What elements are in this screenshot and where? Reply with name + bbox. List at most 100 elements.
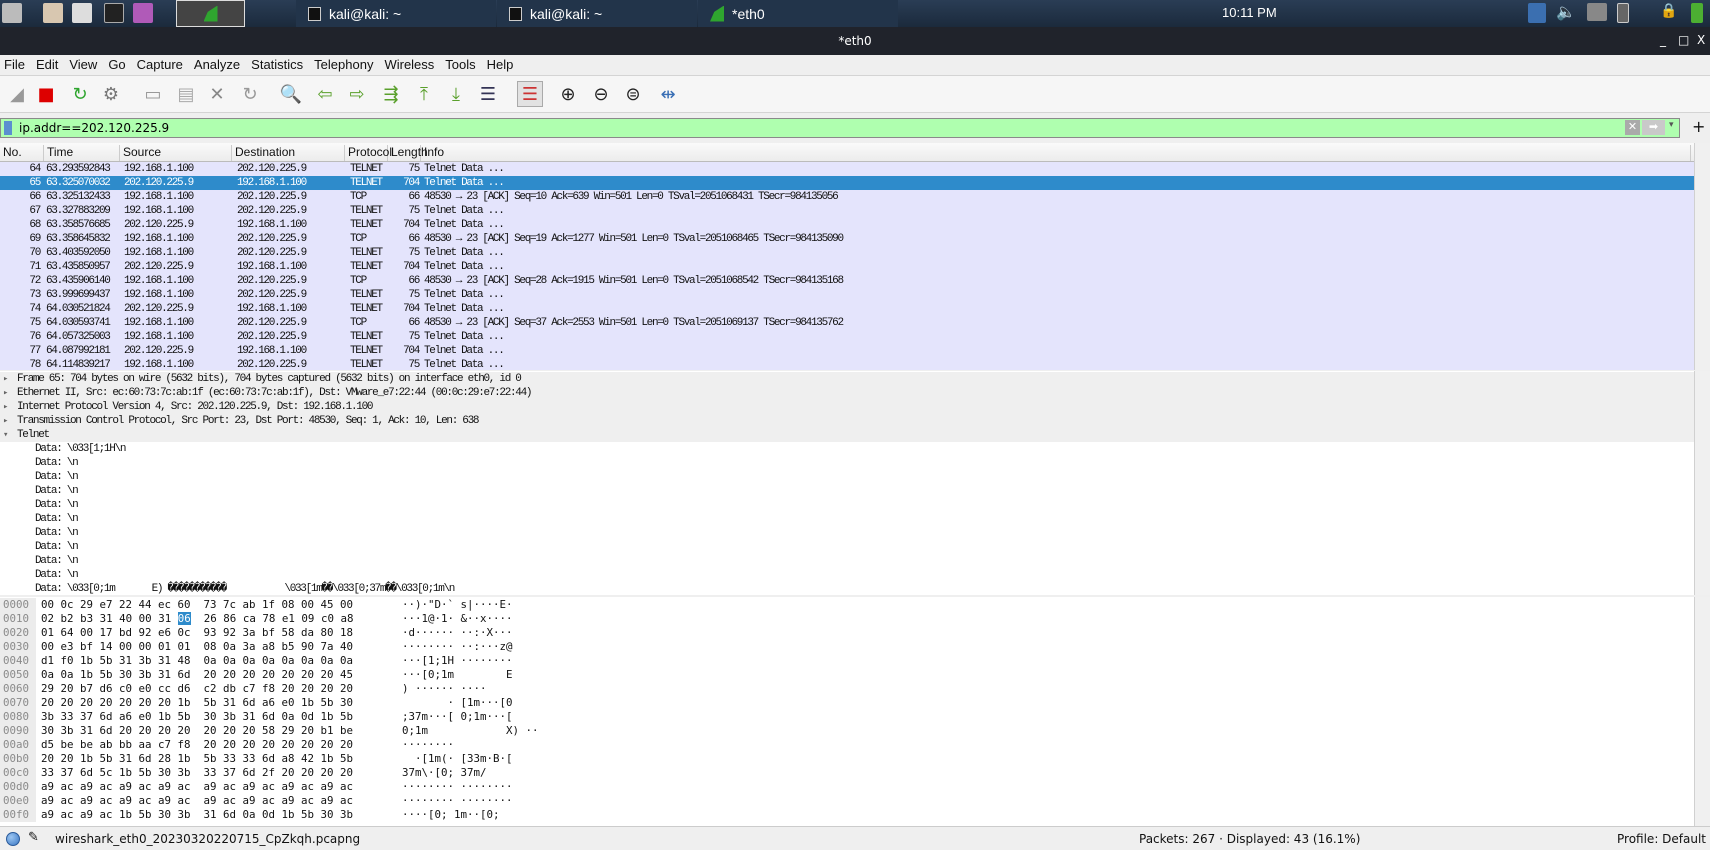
hex-row[interactable]: 00b0 20 20 1b 5b 31 6d 28 1b 5b 33 33 6d … bbox=[0, 752, 1694, 766]
go-back-icon[interactable]: ⇦ bbox=[312, 81, 338, 107]
detail-row[interactable]: ▸ Internet Protocol Version 4, Src: 202.1… bbox=[0, 400, 1694, 414]
media-app-icon[interactable] bbox=[133, 3, 153, 23]
network-icon[interactable] bbox=[1528, 3, 1546, 23]
hex-row[interactable]: 0090 30 3b 31 6d 20 20 20 20 20 20 20 58 … bbox=[0, 724, 1694, 738]
menu-help[interactable]: Help bbox=[483, 55, 518, 75]
hex-byte[interactable]: a8 bbox=[340, 612, 353, 625]
logout-icon[interactable] bbox=[1691, 3, 1703, 23]
hex-row[interactable]: 0060 29 20 b7 d6 c0 e0 cc d6 c2 db c7 f8 … bbox=[0, 682, 1694, 696]
column-header-source[interactable]: Source bbox=[120, 145, 232, 161]
hex-row[interactable]: 0030 00 e3 bf 14 00 00 01 01 08 0a 3a a8 … bbox=[0, 640, 1694, 654]
hex-byte[interactable]: 09 bbox=[301, 612, 314, 625]
expand-toggle-icon[interactable]: ▾ bbox=[3, 428, 8, 442]
save-file-icon[interactable]: ▤ bbox=[173, 81, 199, 107]
column-header-no[interactable]: No. bbox=[0, 145, 44, 161]
detail-row[interactable]: ▸ Transmission Control Protocol, Src Port… bbox=[0, 414, 1694, 428]
wireshark-launcher[interactable] bbox=[176, 0, 245, 27]
volume-muted-icon[interactable]: 🔈 bbox=[1556, 2, 1576, 21]
packet-row[interactable]: 73 63.999699437 192.168.1.100 202.120.225.9… bbox=[0, 288, 1694, 302]
hex-byte[interactable]: 40 bbox=[119, 612, 132, 625]
packet-row[interactable]: 71 63.435850957 202.120.225.9 192.168.1.100… bbox=[0, 260, 1694, 274]
bytes-scrollbar[interactable] bbox=[1694, 597, 1710, 826]
expert-info-icon[interactable] bbox=[6, 832, 20, 846]
start-capture-icon[interactable]: ◢ bbox=[4, 81, 30, 107]
detail-row[interactable]: Data: \n bbox=[0, 484, 1694, 498]
menu-edit[interactable]: Edit bbox=[32, 55, 62, 75]
hex-row[interactable]: 00e0 a9 ac a9 ac a9 ac a9 ac a9 ac a9 ac … bbox=[0, 794, 1694, 808]
close-file-icon[interactable]: ✕ bbox=[204, 81, 230, 107]
packet-row[interactable]: 65 63.325070032 202.120.225.9 192.168.1.100… bbox=[0, 176, 1694, 190]
menu-go[interactable]: Go bbox=[104, 55, 129, 75]
packet-row[interactable]: 64 63.293592843 192.168.1.100 202.120.225.9… bbox=[0, 162, 1694, 176]
filter-dropdown-icon[interactable]: ▾ bbox=[1669, 120, 1674, 130]
hex-row[interactable]: 0080 3b 33 37 6d a6 e0 1b 5b 30 3b 31 6d … bbox=[0, 710, 1694, 724]
packet-row[interactable]: 78 64.114839217 192.168.1.100 202.120.225.9… bbox=[0, 358, 1694, 370]
menu-wireless[interactable]: Wireless bbox=[380, 55, 438, 75]
close-button[interactable]: X bbox=[1697, 33, 1705, 47]
column-header-info[interactable]: Info bbox=[421, 145, 1691, 161]
expand-toggle-icon[interactable]: ▸ bbox=[3, 386, 8, 400]
hex-row[interactable]: 0020 01 64 00 17 bd 92 e6 0c 93 92 3a bf … bbox=[0, 626, 1694, 640]
hex-byte[interactable]: 26 bbox=[204, 612, 217, 625]
resize-columns-icon[interactable]: ⇹ bbox=[655, 81, 681, 107]
hex-row[interactable]: 00c0 33 37 6d 5c 1b 5b 30 3b 33 37 6d 2f … bbox=[0, 766, 1694, 780]
column-header-time[interactable]: Time bbox=[44, 145, 120, 161]
hex-byte[interactable]: 02 bbox=[41, 612, 54, 625]
detail-row[interactable]: ▸ Frame 65: 704 bytes on wire (5632 bits)… bbox=[0, 372, 1694, 386]
add-filter-button-icon[interactable]: + bbox=[1692, 117, 1705, 136]
menu-statistics[interactable]: Statistics bbox=[247, 55, 307, 75]
detail-row[interactable]: Data: \n bbox=[0, 512, 1694, 526]
minimize-button[interactable]: _ bbox=[1660, 33, 1666, 47]
stop-capture-icon[interactable]: ■ bbox=[33, 81, 59, 107]
hex-byte[interactable]: 78 bbox=[262, 612, 275, 625]
last-packet-icon[interactable]: ⤓ bbox=[443, 81, 469, 107]
detail-row[interactable]: Data: \n bbox=[0, 568, 1694, 582]
details-scrollbar[interactable] bbox=[1694, 371, 1710, 595]
colorize-icon[interactable]: ☰ bbox=[517, 81, 543, 107]
file-manager-icon[interactable] bbox=[43, 3, 63, 23]
zoom-out-icon[interactable]: ⊖ bbox=[588, 81, 614, 107]
detail-row[interactable]: Data: \n bbox=[0, 540, 1694, 554]
open-file-icon[interactable]: ▭ bbox=[140, 81, 166, 107]
profile-label[interactable]: Profile: Default bbox=[1617, 832, 1706, 846]
apply-filter-icon[interactable]: ➡ bbox=[1642, 120, 1665, 135]
detail-row[interactable]: ▾ Telnet bbox=[0, 428, 1694, 442]
column-header-protocol[interactable]: Protocol bbox=[345, 145, 392, 161]
hex-row[interactable]: 0010 02 b2 b3 31 40 00 31 06 26 86 ca 78 … bbox=[0, 612, 1694, 626]
hex-byte[interactable]: ca bbox=[243, 612, 256, 625]
display-icon[interactable] bbox=[1587, 3, 1607, 21]
packet-row[interactable]: 77 64.087992181 202.120.225.9 192.168.1.100… bbox=[0, 344, 1694, 358]
capture-comment-icon[interactable]: ✎ bbox=[28, 830, 39, 845]
detail-row[interactable]: Data: \n bbox=[0, 470, 1694, 484]
packet-row[interactable]: 68 63.358576685 202.120.225.9 192.168.1.100… bbox=[0, 218, 1694, 232]
hex-row[interactable]: 00d0 a9 ac a9 ac a9 ac a9 ac a9 ac a9 ac … bbox=[0, 780, 1694, 794]
packet-row[interactable]: 75 64.030593741 192.168.1.100 202.120.225.9… bbox=[0, 316, 1694, 330]
expand-toggle-icon[interactable]: ▸ bbox=[3, 372, 8, 386]
reload-file-icon[interactable]: ↻ bbox=[237, 81, 263, 107]
packet-row[interactable]: 76 64.057325003 192.168.1.100 202.120.225.9… bbox=[0, 330, 1694, 344]
hex-byte[interactable]: 00 bbox=[139, 612, 152, 625]
first-packet-icon[interactable]: ⤒ bbox=[411, 81, 437, 107]
lock-icon[interactable]: 🔒 bbox=[1660, 3, 1677, 19]
menu-view[interactable]: View bbox=[65, 55, 101, 75]
go-to-packet-icon[interactable]: ⇶ bbox=[378, 81, 404, 107]
zoom-in-icon[interactable]: ⊕ bbox=[555, 81, 581, 107]
packet-row[interactable]: 67 63.327883209 192.168.1.100 202.120.225.9… bbox=[0, 204, 1694, 218]
find-packet-icon[interactable]: 🔍 bbox=[278, 81, 304, 107]
maximize-button[interactable]: □ bbox=[1678, 33, 1689, 47]
detail-row[interactable]: Data: \n bbox=[0, 554, 1694, 568]
column-header-destination[interactable]: Destination bbox=[232, 145, 345, 161]
capture-options-icon[interactable]: ⚙ bbox=[98, 81, 124, 107]
task-terminal-1[interactable]: kali@kali: ~ bbox=[296, 0, 496, 27]
menu-analyze[interactable]: Analyze bbox=[190, 55, 244, 75]
hex-byte[interactable]: c0 bbox=[321, 612, 334, 625]
hex-byte[interactable]: 31 bbox=[100, 612, 113, 625]
expand-toggle-icon[interactable]: ▸ bbox=[3, 400, 8, 414]
restart-capture-icon[interactable]: ↻ bbox=[67, 81, 93, 107]
detail-row[interactable]: Data: \n bbox=[0, 498, 1694, 512]
terminal-icon[interactable] bbox=[104, 3, 124, 23]
detail-row[interactable]: Data: \n bbox=[0, 526, 1694, 540]
task-wireshark[interactable]: *eth0 bbox=[698, 0, 898, 27]
battery-icon[interactable] bbox=[1617, 3, 1629, 23]
hex-row[interactable]: 00a0 d5 be be ab bb aa c7 f8 20 20 20 20 … bbox=[0, 738, 1694, 752]
